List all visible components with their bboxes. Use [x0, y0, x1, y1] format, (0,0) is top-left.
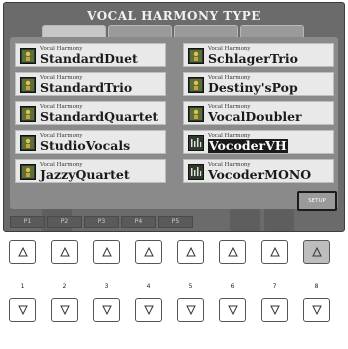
button-number-label: 1 — [20, 283, 25, 290]
vocal-harmony-icon — [20, 135, 36, 151]
tab-bar — [42, 25, 304, 37]
vocal-harmony-icon — [20, 77, 36, 93]
vocal-harmony-icon — [20, 106, 36, 122]
up-button-8[interactable] — [303, 240, 330, 264]
screen-title: VOCAL HARMONY TYPE — [87, 9, 261, 23]
type-list-panel: Vocal Harmony StandardDuet Vocal Harmony St… — [10, 37, 338, 209]
down-button-6[interactable] — [219, 298, 246, 322]
vocoder-icon — [188, 135, 204, 151]
vocal-harmony-icon — [188, 48, 204, 64]
vocal-harmony-icon — [20, 48, 36, 64]
up-button-7[interactable] — [261, 240, 288, 264]
vocal-harmony-icon — [188, 77, 204, 93]
type-item[interactable]: Vocal Harmony VocoderVH — [183, 130, 334, 154]
button-number-label: 3 — [104, 283, 109, 290]
page-tab-p4[interactable]: P4 — [121, 216, 156, 228]
lower-button-row — [6, 298, 342, 324]
type-item[interactable]: Vocal Harmony StandardTrio — [15, 72, 166, 96]
item-name: StandardDuet — [40, 51, 138, 66]
type-item[interactable]: Vocal Harmony Destiny'sPop — [183, 72, 334, 96]
item-name: VocoderVH — [208, 138, 288, 153]
item-name: VocalDoubler — [208, 109, 302, 124]
setup-button[interactable]: SETUP — [297, 191, 337, 211]
page-tab-p2[interactable]: P2 — [47, 216, 82, 228]
item-name: Destiny'sPop — [208, 80, 298, 95]
display-screen: VOCAL HARMONY TYPE Vocal Harmony Standard… — [3, 2, 345, 232]
type-item[interactable]: Vocal Harmony VocalDoubler — [183, 101, 334, 125]
button-number-label: 2 — [62, 283, 67, 290]
page-tabs: P1 P2 P3 P4 P5 — [10, 216, 193, 228]
lower-button-2[interactable] — [230, 209, 260, 231]
button-number-label: 5 — [188, 283, 193, 290]
button-number-label: 7 — [272, 283, 277, 290]
page-tab-p3[interactable]: P3 — [84, 216, 119, 228]
down-button-7[interactable] — [261, 298, 288, 322]
down-button-5[interactable] — [177, 298, 204, 322]
up-button-3[interactable] — [93, 240, 120, 264]
button-number-label: 4 — [146, 283, 151, 290]
down-button-1[interactable] — [9, 298, 36, 322]
item-name: StandardTrio — [40, 80, 133, 95]
vocal-harmony-icon — [20, 164, 36, 180]
tab-3[interactable] — [174, 25, 238, 37]
down-button-4[interactable] — [135, 298, 162, 322]
page-tab-p5[interactable]: P5 — [158, 216, 193, 228]
up-button-5[interactable] — [177, 240, 204, 264]
item-name: SchlagerTrio — [208, 51, 298, 66]
tab-4[interactable] — [240, 25, 304, 37]
upper-button-row — [6, 240, 342, 266]
type-item[interactable]: Vocal Harmony VocoderMONO — [183, 159, 334, 183]
up-button-2[interactable] — [51, 240, 78, 264]
item-name: StandardQuartet — [40, 109, 159, 124]
tab-1[interactable] — [42, 25, 106, 37]
item-name: JazzyQuartet — [40, 167, 130, 182]
type-item[interactable]: Vocal Harmony StandardDuet — [15, 43, 166, 67]
lower-button-3[interactable] — [264, 209, 294, 231]
button-number-label: 6 — [230, 283, 235, 290]
down-button-8[interactable] — [303, 298, 330, 322]
down-button-3[interactable] — [93, 298, 120, 322]
vocoder-icon — [188, 164, 204, 180]
type-item[interactable]: Vocal Harmony JazzyQuartet — [15, 159, 166, 183]
type-item[interactable]: Vocal Harmony StudioVocals — [15, 130, 166, 154]
type-item[interactable]: Vocal Harmony SchlagerTrio — [183, 43, 334, 67]
up-button-4[interactable] — [135, 240, 162, 264]
down-button-2[interactable] — [51, 298, 78, 322]
page-tab-p1[interactable]: P1 — [10, 216, 45, 228]
item-name: StudioVocals — [40, 138, 131, 153]
vocal-harmony-icon — [188, 106, 204, 122]
button-number-label: 8 — [314, 283, 319, 290]
type-item[interactable]: Vocal Harmony StandardQuartet — [15, 101, 166, 125]
item-name: VocoderMONO — [208, 167, 312, 182]
tab-2[interactable] — [108, 25, 172, 37]
up-button-1[interactable] — [9, 240, 36, 264]
up-button-6[interactable] — [219, 240, 246, 264]
